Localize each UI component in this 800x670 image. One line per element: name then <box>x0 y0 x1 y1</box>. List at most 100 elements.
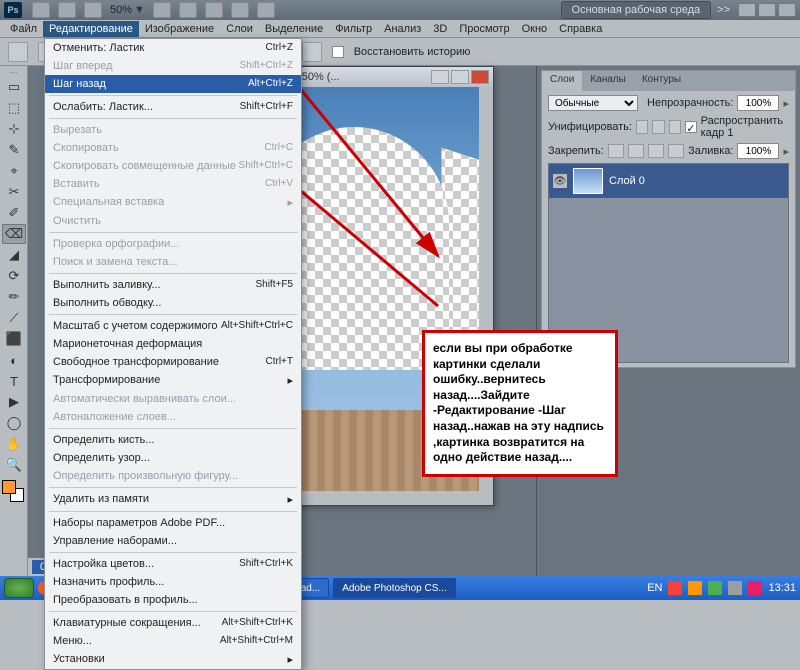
rotate-icon[interactable] <box>205 2 223 18</box>
tray-icon[interactable] <box>728 581 742 595</box>
menu-item[interactable]: Свободное трансформированиеCtrl+T <box>45 353 301 371</box>
tool-button[interactable]: ⌖ <box>2 161 26 181</box>
minimize-button[interactable] <box>738 3 756 17</box>
doc-close-button[interactable] <box>471 70 489 84</box>
tablet-icon[interactable] <box>302 42 322 62</box>
menu-item[interactable]: Удалить из памяти▸ <box>45 490 301 509</box>
menu-item[interactable]: Отменить: ЛастикCtrl+Z <box>45 39 301 57</box>
menu-item[interactable]: Шаг назадAlt+Ctrl+Z <box>45 75 301 93</box>
doc-minimize-button[interactable] <box>431 70 449 84</box>
menu-item: Очистить <box>45 212 301 230</box>
menu-item[interactable]: Наборы параметров Adobe PDF... <box>45 514 301 532</box>
menu-item: Шаг впередShift+Ctrl+Z <box>45 57 301 75</box>
propagate-checkbox[interactable]: ✓ <box>685 121 696 133</box>
blend-mode-select[interactable]: Обычные <box>548 95 638 111</box>
tool-button[interactable]: ✋ <box>2 434 26 454</box>
menu-файл[interactable]: Файл <box>4 21 43 37</box>
tool-button[interactable]: ⌫ <box>2 224 26 244</box>
tool-button[interactable]: ◯ <box>2 413 26 433</box>
lock-pixels-icon[interactable] <box>628 144 644 158</box>
layer-thumbnail[interactable] <box>573 168 603 194</box>
bridge-icon[interactable] <box>32 2 50 18</box>
lock-transparency-icon[interactable] <box>608 144 624 158</box>
menu-item[interactable]: Выполнить заливку...Shift+F5 <box>45 276 301 294</box>
menu-item[interactable]: Масштаб с учетом содержимогоAlt+Shift+Ct… <box>45 317 301 335</box>
unify-style-icon[interactable] <box>669 120 681 134</box>
menu-фильтр[interactable]: Фильтр <box>329 21 378 37</box>
menu-item[interactable]: Клавиатурные сокращения...Alt+Shift+Ctrl… <box>45 614 301 632</box>
screen-mode-icon[interactable] <box>257 2 275 18</box>
tool-button[interactable]: ▭ <box>2 77 26 97</box>
tool-button[interactable]: T <box>2 371 26 391</box>
menu-анализ[interactable]: Анализ <box>378 21 427 37</box>
menu-выделение[interactable]: Выделение <box>259 21 329 37</box>
tool-button[interactable]: 🔍 <box>2 455 26 475</box>
menu-item[interactable]: Установки▸ <box>45 650 301 669</box>
unify-position-icon[interactable] <box>636 120 648 134</box>
visibility-icon[interactable]: 👁 <box>553 174 567 188</box>
tool-button[interactable]: ✎ <box>2 140 26 160</box>
menu-редактирование[interactable]: Редактирование <box>43 21 139 37</box>
maximize-button[interactable] <box>758 3 776 17</box>
layer-row[interactable]: 👁 Слой 0 <box>549 164 788 198</box>
lock-position-icon[interactable] <box>648 144 664 158</box>
unify-visibility-icon[interactable] <box>652 120 664 134</box>
menu-изображение[interactable]: Изображение <box>139 21 220 37</box>
menu-слои[interactable]: Слои <box>220 21 259 37</box>
tray-icon[interactable] <box>708 581 722 595</box>
tool-button[interactable]: ▶ <box>2 392 26 412</box>
tool-button[interactable]: ⟳ <box>2 266 26 286</box>
close-button[interactable] <box>778 3 796 17</box>
fill-input[interactable] <box>737 143 779 159</box>
menu-item[interactable]: Ослабить: Ластик...Shift+Ctrl+F <box>45 98 301 116</box>
menu-item[interactable]: Марионеточная деформация <box>45 335 301 353</box>
tool-button[interactable]: ✐ <box>2 203 26 223</box>
tray-icon[interactable] <box>748 581 762 595</box>
lock-all-icon[interactable] <box>668 144 684 158</box>
workspace-button[interactable]: Основная рабочая среда <box>561 1 712 19</box>
start-button[interactable] <box>4 578 34 598</box>
view-icon[interactable] <box>84 2 102 18</box>
panel-tab[interactable]: Каналы <box>582 71 634 91</box>
menu-item[interactable]: Выполнить обводку... <box>45 294 301 312</box>
menu-item[interactable]: Назначить профиль... <box>45 573 301 591</box>
menu-item[interactable]: Настройка цветов...Shift+Ctrl+K <box>45 555 301 573</box>
menu-справка[interactable]: Справка <box>553 21 608 37</box>
zoom-value[interactable]: 50% <box>110 4 132 16</box>
restore-checkbox[interactable] <box>332 46 344 58</box>
menu-item[interactable]: Определить узор... <box>45 449 301 467</box>
tool-button[interactable]: ⟋ <box>2 308 26 328</box>
tool-button[interactable]: ⬚ <box>2 98 26 118</box>
color-swatch[interactable] <box>2 480 24 502</box>
menu-item[interactable]: Определить кисть... <box>45 431 301 449</box>
arrange-icon[interactable] <box>231 2 249 18</box>
panel-tab[interactable]: Слои <box>542 71 582 91</box>
menu-просмотр[interactable]: Просмотр <box>453 21 515 37</box>
tool-button[interactable]: ◢ <box>2 245 26 265</box>
tray-icon[interactable] <box>668 581 682 595</box>
taskbar-task[interactable]: Adobe Photoshop CS... <box>333 578 456 598</box>
panel-tab[interactable]: Контуры <box>634 71 689 91</box>
tool-button[interactable]: ⬛ <box>2 329 26 349</box>
doc-maximize-button[interactable] <box>451 70 469 84</box>
menu-3d[interactable]: 3D <box>427 21 453 37</box>
menu-item[interactable]: Преобразовать в профиль... <box>45 591 301 609</box>
menu-item[interactable]: Управление наборами... <box>45 532 301 550</box>
tool-button[interactable]: ✏ <box>2 287 26 307</box>
language-indicator[interactable]: EN <box>647 582 662 594</box>
clock[interactable]: 13:31 <box>768 582 796 594</box>
layer-name[interactable]: Слой 0 <box>609 175 645 187</box>
tool-button[interactable]: ◐ <box>2 350 26 370</box>
menu-окно[interactable]: Окно <box>516 21 554 37</box>
zoom-icon[interactable] <box>179 2 197 18</box>
workspace-chevrons[interactable]: >> <box>717 4 730 16</box>
tool-button[interactable]: ⊹ <box>2 119 26 139</box>
hand-icon[interactable] <box>153 2 171 18</box>
tool-preset-icon[interactable] <box>8 42 28 62</box>
minibridge-icon[interactable] <box>58 2 76 18</box>
opacity-input[interactable] <box>737 95 779 111</box>
menu-item[interactable]: Трансформирование▸ <box>45 371 301 390</box>
tool-button[interactable]: ✂ <box>2 182 26 202</box>
tray-icon[interactable] <box>688 581 702 595</box>
menu-item[interactable]: Меню...Alt+Shift+Ctrl+M <box>45 632 301 650</box>
